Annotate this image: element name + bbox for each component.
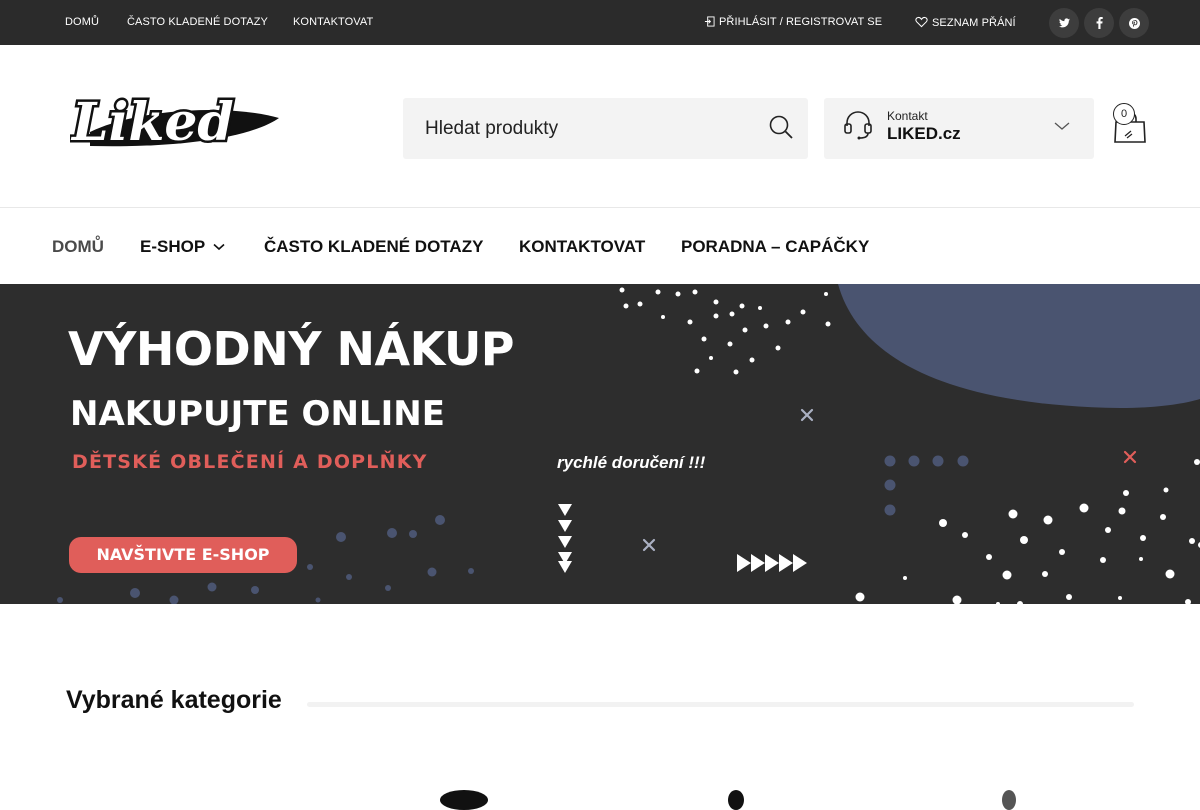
- banner-tagline: rychlé doručení !!!: [557, 453, 706, 472]
- login-register-link[interactable]: PŘIHLÁSIT / REGISTROVAT SE: [704, 16, 882, 28]
- wishlist-link[interactable]: SEZNAM PŘÁNÍ: [915, 16, 1016, 29]
- nav-item-eshop[interactable]: E-SHOP: [140, 237, 225, 257]
- login-register-label: PŘIHLÁSIT / REGISTROVAT SE: [719, 16, 883, 28]
- liked-logo-icon: Liked: [68, 90, 279, 156]
- nav-item-faq[interactable]: ČASTO KLADENÉ DOTAZY: [264, 237, 483, 257]
- category-image[interactable]: [728, 790, 744, 810]
- cart-button[interactable]: 0: [1110, 100, 1150, 148]
- header-divider: [0, 207, 1200, 208]
- topbar-link-contact[interactable]: KONTAKTOVAT: [293, 16, 373, 28]
- top-bar: DOMŮ ČASTO KLADENÉ DOTAZY KONTAKTOVAT PŘ…: [0, 0, 1200, 45]
- banner-subheadline: NAKUPUJTE ONLINE: [70, 394, 445, 434]
- facebook-icon: [1096, 17, 1103, 29]
- svg-text:Liked: Liked: [70, 92, 234, 153]
- wishlist-label: SEZNAM PŘÁNÍ: [932, 17, 1016, 29]
- banner-headline: VÝHODNÝ NÁKUP: [68, 322, 515, 376]
- chevron-down-icon: [1054, 122, 1070, 130]
- login-icon: [704, 16, 715, 27]
- contact-value: LIKED.cz: [887, 124, 961, 143]
- search-input[interactable]: [403, 98, 743, 159]
- category-image[interactable]: [1002, 790, 1016, 810]
- site-logo[interactable]: Liked: [68, 88, 280, 156]
- cart-count-badge: 0: [1113, 103, 1135, 125]
- headset-icon: [844, 111, 872, 140]
- nav-item-eshop-label: E-SHOP: [140, 237, 206, 256]
- nav-item-poradna[interactable]: PORADNA – CAPÁČKY: [681, 237, 869, 257]
- chevron-down-icon: [213, 243, 225, 251]
- banner-category-line: DĚTSKÉ OBLEČENÍ A DOPLŇKY: [72, 451, 428, 473]
- search-icon[interactable]: [767, 113, 795, 141]
- visit-eshop-button[interactable]: NAVŠTIVTE E-SHOP: [69, 537, 297, 573]
- topbar-link-home[interactable]: DOMŮ: [65, 16, 99, 28]
- contact-label: Kontakt: [887, 109, 928, 123]
- categories-title-underline: [307, 702, 1134, 707]
- nav-item-home[interactable]: DOMŮ: [52, 237, 104, 257]
- topbar-link-faq[interactable]: ČASTO KLADENÉ DOTAZY: [127, 16, 268, 28]
- hero-banner[interactable]: VÝHODNÝ NÁKUP NAKUPUJTE ONLINE DĚTSKÉ OB…: [0, 284, 1200, 604]
- heart-icon: [915, 16, 928, 28]
- twitter-icon: [1058, 18, 1070, 28]
- categories-title: Vybrané kategorie: [66, 686, 282, 714]
- category-image[interactable]: [440, 790, 488, 810]
- search-bar: [403, 98, 808, 159]
- nav-item-contact[interactable]: KONTAKTOVAT: [519, 237, 645, 257]
- facebook-button[interactable]: [1084, 8, 1114, 38]
- contact-dropdown[interactable]: Kontakt LIKED.cz: [824, 98, 1094, 159]
- twitter-button[interactable]: [1049, 8, 1079, 38]
- pinterest-button[interactable]: [1119, 8, 1149, 38]
- pinterest-icon: [1128, 17, 1140, 29]
